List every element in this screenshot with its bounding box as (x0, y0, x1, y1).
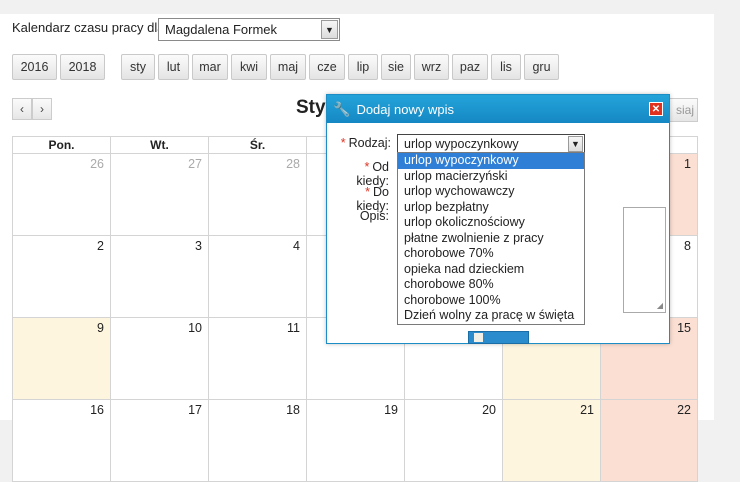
dialog-title: Dodaj nowy wpis (356, 101, 454, 117)
day-cell[interactable]: 4 (208, 236, 306, 318)
month-button-lis[interactable]: lis (491, 54, 521, 80)
dialog-title-bar[interactable]: 🔧 Dodaj nowy wpis ✕ (327, 95, 669, 123)
month-button-lip[interactable]: lip (348, 54, 378, 80)
person-select-value: Magdalena Formek (165, 22, 277, 37)
rodzaj-option[interactable]: urlop okolicznościowy (398, 215, 584, 231)
day-cell[interactable]: 18 (208, 400, 306, 482)
rodzaj-option[interactable]: urlop wypoczynkowy (398, 153, 584, 169)
rodzaj-option[interactable]: chorobowe 70% (398, 246, 584, 262)
day-cell[interactable]: 20 (404, 400, 502, 482)
month-button-paz[interactable]: paz (452, 54, 488, 80)
prev-month-button[interactable]: ‹ (12, 98, 32, 120)
month-button-maj[interactable]: maj (270, 54, 306, 80)
close-icon[interactable]: ✕ (649, 102, 663, 116)
rodzaj-option[interactable]: płatne zwolnienie z pracy (398, 231, 584, 247)
weekday-mon: Pon. (12, 136, 110, 154)
day-cell[interactable]: 22 (600, 400, 698, 482)
day-cell[interactable]: 16 (12, 400, 110, 482)
resize-grip-icon[interactable]: ◢ (657, 301, 663, 310)
month-title: Sty (296, 97, 326, 118)
rodzaj-option[interactable]: Dzień wolny za pracę w święta (398, 308, 584, 324)
month-button-wrz[interactable]: wrz (414, 54, 449, 80)
day-cell[interactable]: 11 (208, 318, 306, 400)
rodzaj-select[interactable]: urlop wypoczynkowy ▼ (397, 134, 585, 154)
rodzaj-select-value: urlop wypoczynkowy (404, 137, 519, 151)
rodzaj-option[interactable]: chorobowe 100% (398, 293, 584, 309)
day-cell[interactable]: 19 (306, 400, 404, 482)
weekday-wed: Śr. (208, 136, 306, 154)
person-select[interactable]: Magdalena Formek ▼ (158, 18, 340, 41)
week-row: 16 17 18 19 20 21 22 (12, 400, 698, 482)
opis-textarea[interactable]: ◢ (623, 207, 666, 313)
rodzaj-option[interactable]: chorobowe 80% (398, 277, 584, 293)
day-cell[interactable]: 28 (208, 154, 306, 236)
year-button-2016[interactable]: 2016 (12, 54, 57, 80)
month-button-gru[interactable]: gru (524, 54, 559, 80)
day-cell[interactable]: 17 (110, 400, 208, 482)
day-cell[interactable]: 2 (12, 236, 110, 318)
chevron-down-icon[interactable]: ▼ (568, 136, 583, 152)
opis-label: Opis: (359, 209, 389, 223)
save-button[interactable] (468, 331, 529, 344)
rodzaj-label: * Rodzaj: (340, 136, 391, 150)
rodzaj-option[interactable]: urlop bezpłatny (398, 200, 584, 216)
next-month-button[interactable]: › (32, 98, 52, 120)
day-cell[interactable]: 21 (502, 400, 600, 482)
rodzaj-option[interactable]: urlop macierzyński (398, 169, 584, 185)
day-cell[interactable]: 10 (110, 318, 208, 400)
day-cell[interactable]: 3 (110, 236, 208, 318)
wrench-icon: 🔧 (333, 100, 351, 117)
month-button-kwi[interactable]: kwi (231, 54, 267, 80)
month-button-sie[interactable]: sie (381, 54, 411, 80)
year-button-2018[interactable]: 2018 (60, 54, 105, 80)
day-cell[interactable]: 27 (110, 154, 208, 236)
calendar-label: Kalendarz czasu pracy dla (12, 20, 165, 35)
month-button-sty[interactable]: sty (121, 54, 155, 80)
rodzaj-dropdown-list: urlop wypoczynkowy urlop macierzyński ur… (397, 152, 585, 325)
month-button-mar[interactable]: mar (192, 54, 228, 80)
day-cell[interactable]: 26 (12, 154, 110, 236)
weekday-tue: Wt. (110, 136, 208, 154)
day-cell[interactable]: 9 (12, 318, 110, 400)
rodzaj-option[interactable]: urlop wychowawczy (398, 184, 584, 200)
month-button-lut[interactable]: lut (158, 54, 189, 80)
rodzaj-option[interactable]: opieka nad dzieckiem (398, 262, 584, 278)
month-button-cze[interactable]: cze (309, 54, 345, 80)
od-kiedy-label: * Od kiedy: (356, 160, 389, 188)
chevron-down-icon[interactable]: ▼ (321, 20, 338, 39)
save-icon (474, 333, 483, 342)
